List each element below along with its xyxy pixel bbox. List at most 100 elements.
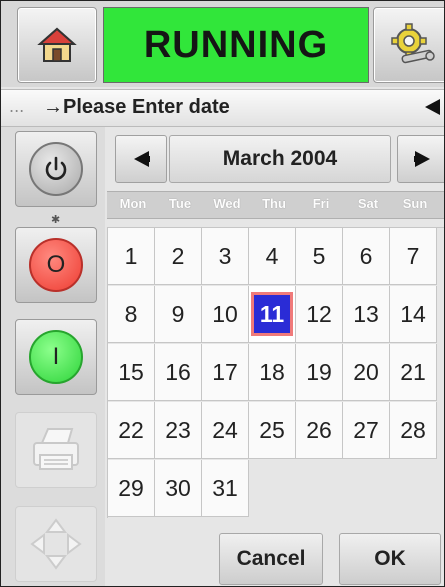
calendar-day[interactable]: 23 [155, 402, 202, 459]
calendar-day[interactable]: 21 [390, 344, 437, 401]
weekday-label: Mon [119, 196, 147, 211]
prev-month-button[interactable] [115, 135, 167, 183]
calendar-day-number: 10 [212, 300, 238, 327]
scroll-left-arrow-icon[interactable] [423, 98, 441, 116]
calendar-day-number: 4 [265, 242, 279, 269]
calendar-day[interactable]: 15 [108, 344, 155, 401]
next-month-button[interactable] [397, 135, 444, 183]
month-label: March 2004 [169, 135, 391, 183]
calendar-day-number: 8 [124, 300, 138, 327]
settings-button[interactable] [373, 7, 444, 83]
calendar-day[interactable]: 8 [108, 286, 155, 343]
calendar-day-number: 7 [406, 242, 420, 269]
calendar-day[interactable]: 14 [390, 286, 437, 343]
print-button[interactable] [15, 412, 97, 488]
calendar-day-number: 14 [400, 300, 426, 327]
calendar-day[interactable]: 2 [155, 228, 202, 285]
prompt-ellipsis: ... [9, 97, 25, 116]
power-symbol [45, 156, 67, 180]
start-icon: I [29, 330, 83, 384]
calendar-day-number: 1 [124, 242, 138, 269]
calendar-day-number: 31 [212, 474, 238, 501]
calendar-day[interactable]: 28 [390, 402, 437, 459]
top-bar: RUNNING [1, 1, 444, 87]
stop-button[interactable]: O [15, 227, 97, 303]
calendar-day[interactable]: 17 [202, 344, 249, 401]
weekday-label: Thu [262, 196, 286, 211]
home-icon [37, 27, 77, 62]
calendar-day[interactable]: 13 [343, 286, 390, 343]
calendar-day-number: 17 [212, 358, 238, 385]
calendar-day-number: 21 [400, 358, 426, 385]
calendar-day-number: 15 [118, 358, 144, 385]
calendar-day[interactable]: 18 [249, 344, 296, 401]
calendar-grid: 1 2 3 4 5 6 7 8 9 10 11 12 13 14 15 16 17 18 19 20 21 22 23 24 2… [107, 227, 444, 518]
calendar-day-number: 3 [218, 242, 232, 269]
calendar-day[interactable]: 1 [108, 228, 155, 285]
calendar-day-number: 25 [259, 416, 285, 443]
calendar-day-number: 18 [259, 358, 285, 385]
calendar-day[interactable]: 31 [202, 460, 249, 517]
arrow-left-icon [134, 151, 150, 167]
calendar-day[interactable]: 26 [296, 402, 343, 459]
calendar-day-number: 2 [171, 242, 185, 269]
calendar-empty-cell [343, 460, 390, 517]
ok-button[interactable]: OK [339, 533, 441, 585]
move-button[interactable] [15, 506, 97, 582]
calendar-day[interactable]: 9 [155, 286, 202, 343]
left-rail: ✱ O I [1, 127, 105, 586]
calendar-empty-cell [296, 460, 343, 517]
calendar-day-number: 5 [312, 242, 326, 269]
calendar-day-number: 9 [171, 300, 185, 327]
gear-wrench-icon [391, 23, 435, 64]
calendar-day[interactable]: 24 [202, 402, 249, 459]
calendar-day[interactable]: 5 [296, 228, 343, 285]
calendar-day-number: 19 [306, 358, 332, 385]
calendar-day[interactable]: 6 [343, 228, 390, 285]
calendar-day[interactable]: 27 [343, 402, 390, 459]
calendar-day[interactable]: 22 [108, 402, 155, 459]
app-frame: RUNNING ... →Please Enter date ✱ O I Mar… [0, 0, 445, 587]
calendar-day[interactable]: 29 [108, 460, 155, 517]
calendar-day[interactable]: 12 [296, 286, 343, 343]
calendar-day[interactable]: 19 [296, 344, 343, 401]
start-button[interactable]: I [15, 319, 97, 395]
power-icon [29, 142, 83, 196]
power-button[interactable] [15, 131, 97, 207]
calendar-day-number: 13 [353, 300, 379, 327]
cancel-button[interactable]: Cancel [219, 533, 323, 585]
calendar-day-number: 24 [212, 416, 238, 443]
calendar-day[interactable]: 30 [155, 460, 202, 517]
calendar-day-number: 16 [165, 358, 191, 385]
stop-label: O [46, 251, 66, 278]
calendar-day-selected[interactable]: 11 [249, 286, 296, 343]
home-button[interactable] [17, 7, 97, 83]
calendar-day-number: 22 [118, 416, 144, 443]
weekday-label: Wed [213, 196, 241, 211]
stop-icon: O [29, 238, 83, 292]
status-dot-icon: ✱ [51, 213, 61, 226]
calendar-day[interactable]: 20 [343, 344, 390, 401]
calendar-day-number: 11 [251, 292, 293, 336]
calendar-day-number: 23 [165, 416, 191, 443]
calendar-day[interactable]: 4 [249, 228, 296, 285]
status-indicator: RUNNING [103, 7, 369, 83]
calendar-day[interactable]: 3 [202, 228, 249, 285]
calendar-day[interactable]: 7 [390, 228, 437, 285]
calendar-panel: March 2004 Mon Tue Wed Thu Fri Sat Sun 1234567… [107, 127, 444, 586]
weekday-header: Mon Tue Wed Thu Fri Sat Sun [107, 191, 444, 219]
calendar-day[interactable]: 25 [249, 402, 296, 459]
printer-icon [33, 428, 79, 470]
calendar-day[interactable]: 16 [155, 344, 202, 401]
calendar-day-number: 12 [306, 300, 332, 327]
calendar-empty-cell [390, 460, 437, 517]
weekday-label: Sat [357, 196, 379, 211]
calendar-day-number: 27 [353, 416, 379, 443]
calendar-day-number: 20 [353, 358, 379, 385]
calendar-day[interactable]: 10 [202, 286, 249, 343]
directional-pad-icon [30, 518, 82, 570]
calendar-day-number: 28 [400, 416, 426, 443]
calendar-day-number: 30 [165, 474, 191, 501]
weekday-label: Fri [312, 196, 330, 211]
calendar-day-number: 29 [118, 474, 144, 501]
